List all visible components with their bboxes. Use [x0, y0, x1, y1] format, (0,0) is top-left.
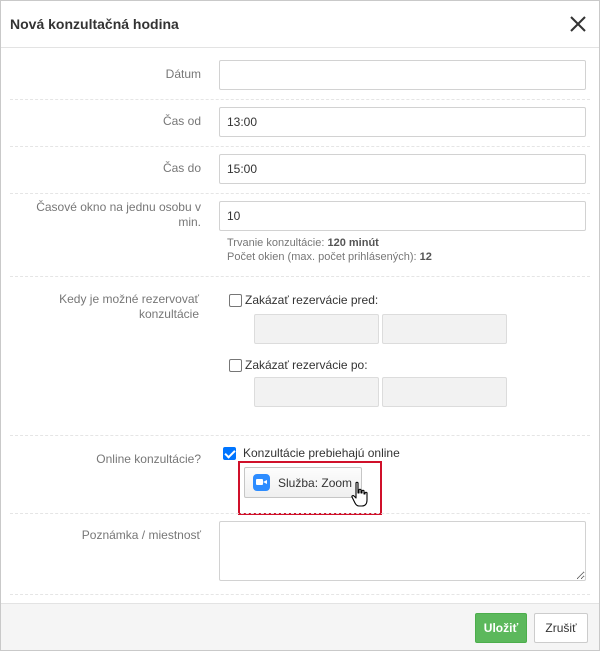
slots-value: 12: [419, 251, 432, 263]
disable-after-row[interactable]: Zakázať rezervácie po:: [229, 358, 368, 372]
after-date-input[interactable]: [254, 377, 379, 407]
close-icon[interactable]: [567, 13, 589, 35]
note-textarea[interactable]: [219, 521, 586, 581]
note-label: Poznámka / miestnosť: [81, 528, 201, 542]
reservation-label-line2: konzultácie: [138, 307, 199, 321]
slot-duration-help: Trvanie konzultácie: 120 minút: [227, 236, 379, 251]
duration-value: 120 minút: [327, 237, 379, 249]
row-divider: [10, 513, 590, 514]
reservation-label: Kedy je možné rezervovať konzultácie: [21, 292, 199, 322]
modal-dialog: Nová konzultačná hodina Dátum Čas od Čas…: [0, 0, 600, 651]
disable-before-row[interactable]: Zakázať rezervácie pred:: [229, 293, 378, 307]
online-checkbox-label: Konzultácie prebiehajú online: [243, 446, 400, 460]
row-divider: [10, 594, 590, 595]
service-label: Služba: Zoom: [278, 475, 353, 490]
slot-label-line1: Časové okno na jednu osobu v: [36, 200, 201, 214]
slot-label-line2: min.: [178, 215, 201, 229]
disable-after-checkbox[interactable]: [229, 358, 242, 372]
cancel-button[interactable]: Zrušiť: [534, 613, 588, 643]
time-from-input[interactable]: [219, 107, 586, 137]
online-row[interactable]: Konzultácie prebiehajú online: [223, 446, 400, 460]
slots-text: Počet okien (max. počet prihlásených):: [227, 251, 417, 263]
slot-label: Časové okno na jednu osobu v min.: [21, 200, 201, 230]
save-button[interactable]: Uložiť: [475, 613, 527, 643]
service-zoom-button[interactable]: Služba: Zoom: [244, 467, 362, 498]
reservation-label-line1: Kedy je možné rezervovať: [59, 292, 199, 306]
online-label: Online konzultácie?: [96, 452, 201, 466]
disable-before-checkbox[interactable]: [229, 293, 242, 307]
time-to-input[interactable]: [219, 154, 586, 184]
disable-after-label: Zakázať rezervácie po:: [245, 358, 368, 372]
slot-input[interactable]: [219, 201, 586, 231]
time-to-label: Čas do: [162, 161, 201, 175]
before-date-input[interactable]: [254, 314, 379, 344]
row-divider: [10, 193, 590, 194]
slot-count-help: Počet okien (max. počet prihlásených): 1…: [227, 250, 432, 265]
duration-text: Trvanie konzultácie:: [227, 237, 325, 249]
time-from-label: Čas od: [162, 114, 201, 128]
disable-before-label: Zakázať rezervácie pred:: [245, 293, 379, 307]
date-label: Dátum: [165, 67, 201, 81]
online-checkbox[interactable]: [223, 446, 236, 460]
hand-cursor-icon: [351, 481, 368, 507]
modal-title: Nová konzultačná hodina: [10, 16, 179, 32]
row-divider: [10, 276, 590, 277]
row-divider: [10, 99, 590, 100]
after-time-input[interactable]: [382, 377, 507, 407]
zoom-icon: [253, 474, 270, 491]
date-input[interactable]: [219, 60, 586, 90]
modal-header: Nová konzultačná hodina: [1, 1, 599, 48]
row-divider: [10, 146, 590, 147]
row-divider: [10, 435, 590, 436]
before-time-input[interactable]: [382, 314, 507, 344]
